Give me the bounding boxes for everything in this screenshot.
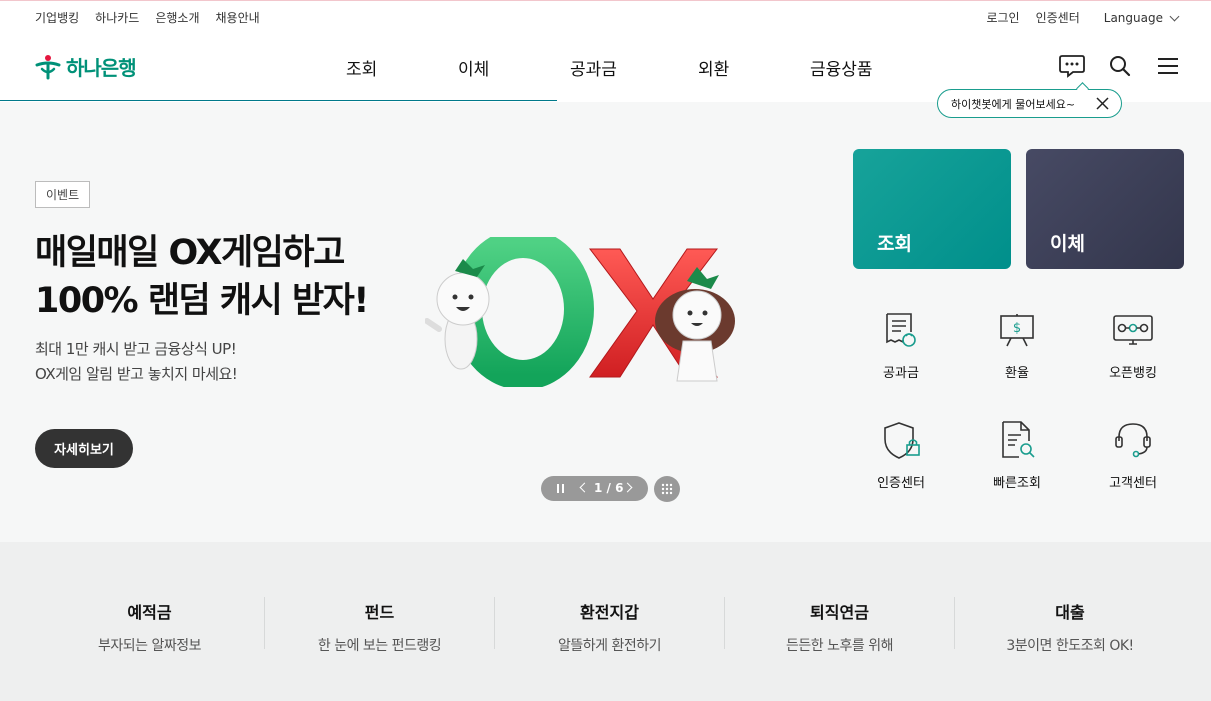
svg-text:$: $ xyxy=(1013,321,1021,336)
slide-list-button[interactable] xyxy=(654,476,680,502)
document-search-icon xyxy=(1002,421,1035,458)
grid-dots-icon xyxy=(661,483,673,495)
language-selector[interactable]: Language xyxy=(1103,10,1180,25)
logo-text: 하나은행 xyxy=(66,56,137,80)
quick-menu-label: 빠른조회 xyxy=(993,476,1041,491)
carousel-pager: 1 / 6 xyxy=(541,476,648,501)
shortcut-deposits[interactable]: 예적금 부자되는 알짜정보 xyxy=(35,597,265,654)
hero-title: 매일매일 OX게임하고 100% 랜덤 캐시 받자! xyxy=(35,229,369,325)
quick-menu-grid: 공과금 $ 환율 오픈뱅킹 인증센터 빠른조회 고객센터 xyxy=(843,307,1193,504)
gnb-menu: 조회 이체 공과금 외환 금융상품 xyxy=(346,55,873,80)
shortcut-fx-wallet[interactable]: 환전지갑 알뜰하게 환전하기 xyxy=(495,597,725,654)
hero-subtitle: 최대 1만 캐시 받고 금융상식 UP! OX게임 알림 받고 놓치지 마세요! xyxy=(35,337,238,387)
login-link[interactable]: 로그인 xyxy=(986,9,1019,26)
view-details-button[interactable]: 자세히보기 xyxy=(35,429,133,468)
shortcut-title: 펀드 xyxy=(364,603,395,622)
shortcut-title: 환전지갑 xyxy=(580,603,639,622)
quick-menu-label: 공과금 xyxy=(883,366,919,381)
quick-menu-open-banking[interactable]: 오픈뱅킹 xyxy=(1075,307,1191,394)
headset-icon xyxy=(1115,423,1151,458)
chevron-left-icon[interactable] xyxy=(579,482,590,493)
hero-sub-line2: OX게임 알림 받고 놓치지 마세요! xyxy=(35,365,238,383)
chevron-right-icon[interactable] xyxy=(622,482,633,493)
hana-logo-icon xyxy=(35,54,61,79)
gnb-menu-financial-products[interactable]: 금융상품 xyxy=(810,55,873,80)
util-link-recruit[interactable]: 채용안내 xyxy=(216,9,260,26)
language-label: Language xyxy=(1103,10,1163,25)
utility-bar: 기업뱅킹 하나카드 은행소개 채용안내 로그인 인증센터 Language xyxy=(0,1,1211,33)
shortcut-funds[interactable]: 펀드 한 눈에 보는 펀드랭킹 xyxy=(265,597,495,654)
quick-card-transfer-label: 이체 xyxy=(1050,233,1085,255)
quick-menu-label: 오픈뱅킹 xyxy=(1109,366,1157,381)
hamburger-menu-icon[interactable] xyxy=(1155,53,1181,79)
hero-title-line1: 매일매일 OX게임하고 xyxy=(35,233,345,273)
cert-center-link[interactable]: 인증센터 xyxy=(1036,9,1080,26)
ox-game-illustration xyxy=(425,237,735,387)
hana-bank-logo[interactable]: 하나은행 xyxy=(35,52,137,81)
gnb-menu-utility-bills[interactable]: 공과금 xyxy=(570,55,698,80)
gnb-menu-inquiry[interactable]: 조회 xyxy=(346,55,458,80)
shield-lock-icon xyxy=(884,422,920,459)
util-link-corporate-banking[interactable]: 기업뱅킹 xyxy=(35,9,79,26)
shortcut-loans[interactable]: 대출 3분이면 한도조회 OK! xyxy=(955,597,1185,654)
quick-card-inquiry-label: 조회 xyxy=(877,233,912,255)
hero-sub-line1: 최대 1만 캐시 받고 금융상식 UP! xyxy=(35,340,237,358)
chatbot-tooltip[interactable]: 하이챗봇에게 물어보세요~ xyxy=(937,82,1122,118)
slide-counter: 1 / 6 xyxy=(594,481,624,495)
shortcut-title: 퇴직연금 xyxy=(810,603,869,622)
quick-menu-label: 고객센터 xyxy=(1109,476,1157,491)
hero-title-line2: 100% 랜덤 캐시 받자! xyxy=(35,281,369,321)
bill-icon xyxy=(886,313,916,347)
chatbot-icon[interactable] xyxy=(1059,53,1085,79)
shortcut-desc: 부자되는 알짜정보 xyxy=(98,638,202,654)
search-icon[interactable] xyxy=(1107,53,1133,79)
quick-menu-label: 환율 xyxy=(1005,366,1029,381)
quick-card-inquiry[interactable]: 조회 xyxy=(853,149,1011,269)
shortcut-title: 대출 xyxy=(1055,603,1085,622)
product-shortcuts: 예적금 부자되는 알짜정보 펀드 한 눈에 보는 펀드랭킹 환전지갑 알뜰하게 … xyxy=(35,597,1185,654)
quick-menu-label: 인증센터 xyxy=(877,476,925,491)
gnb-icon-group xyxy=(1059,53,1181,79)
quick-card-transfer[interactable]: 이체 xyxy=(1026,149,1184,269)
pause-icon[interactable] xyxy=(557,484,564,493)
gnb-menu-foreign-exchange[interactable]: 외환 xyxy=(698,55,810,80)
quick-menu-utility-bills[interactable]: 공과금 xyxy=(843,307,959,394)
util-link-bank-intro[interactable]: 은행소개 xyxy=(155,9,199,26)
shortcut-desc: 한 눈에 보는 펀드랭킹 xyxy=(317,638,442,654)
shortcut-desc: 3분이면 한도조회 OK! xyxy=(1006,638,1134,654)
quick-menu-quick-inquiry[interactable]: 빠른조회 xyxy=(959,417,1075,504)
exchange-rate-board-icon: $ xyxy=(1000,314,1034,347)
gnb-menu-transfer[interactable]: 이체 xyxy=(458,55,570,80)
chatbot-tooltip-text: 하이챗봇에게 물어보세요~ xyxy=(951,97,1076,111)
shortcut-title: 예적금 xyxy=(127,603,172,622)
quick-menu-exchange-rate[interactable]: $ 환율 xyxy=(959,307,1075,394)
chevron-down-icon xyxy=(1169,11,1180,21)
hero-banner: 이벤트 매일매일 OX게임하고 100% 랜덤 캐시 받자! 최대 1만 캐시 … xyxy=(0,102,1211,542)
shortcut-desc: 든든한 노후를 위해 xyxy=(786,638,893,654)
close-icon[interactable] xyxy=(1096,97,1109,110)
utility-links: 기업뱅킹 하나카드 은행소개 채용안내 xyxy=(35,9,260,26)
open-banking-icon xyxy=(1113,315,1153,345)
quick-menu-customer-center[interactable]: 고객센터 xyxy=(1075,417,1191,504)
shortcut-desc: 알뜰하게 환전하기 xyxy=(558,638,662,654)
utility-right: 로그인 인증센터 Language xyxy=(986,9,1180,26)
quick-menu-cert-center[interactable]: 인증센터 xyxy=(843,417,959,504)
shortcut-pension[interactable]: 퇴직연금 든든한 노후를 위해 xyxy=(725,597,955,654)
gnb-active-underline xyxy=(0,100,557,101)
util-link-hana-card[interactable]: 하나카드 xyxy=(95,9,139,26)
event-tag: 이벤트 xyxy=(35,181,91,208)
product-shortcut-strip: 예적금 부자되는 알짜정보 펀드 한 눈에 보는 펀드랭킹 환전지갑 알뜰하게 … xyxy=(0,542,1211,701)
